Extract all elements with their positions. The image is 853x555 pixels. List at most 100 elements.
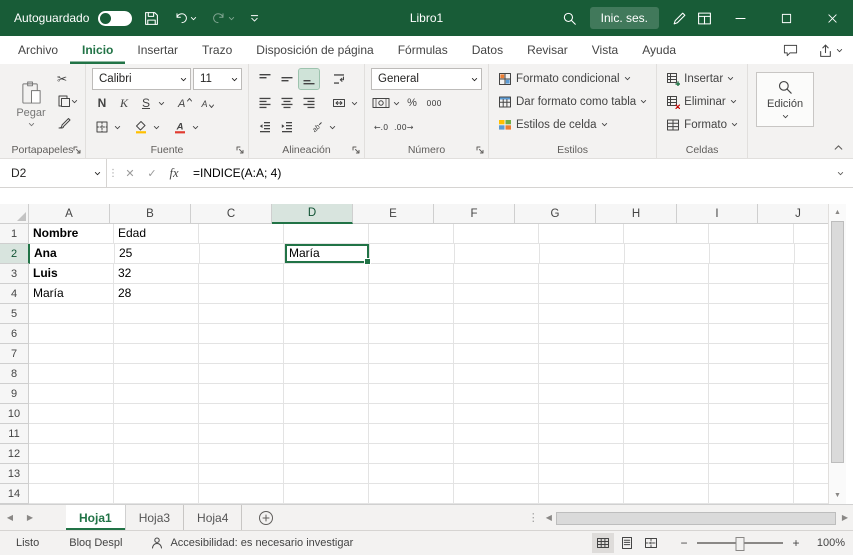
row-header-14[interactable]: 14 (0, 484, 29, 504)
format-painter-button[interactable] (56, 113, 79, 133)
row-header-7[interactable]: 7 (0, 344, 29, 364)
tab-revisar[interactable]: Revisar (515, 36, 580, 64)
cell-D14[interactable] (284, 484, 369, 504)
cell-D7[interactable] (284, 344, 369, 364)
formula-bar-splitter[interactable]: ⋮ (107, 159, 119, 187)
cell-A13[interactable] (29, 464, 114, 484)
cell-G10[interactable] (539, 404, 624, 424)
next-sheet-arrow[interactable]: ▶ (20, 505, 40, 530)
paste-button[interactable]: Pegar (6, 67, 56, 141)
cell-B12[interactable] (114, 444, 199, 464)
cell-H5[interactable] (624, 304, 709, 324)
cell-C9[interactable] (199, 384, 284, 404)
cell-F7[interactable] (454, 344, 539, 364)
cell-A3[interactable]: Luis (29, 264, 114, 284)
cell-H2[interactable] (625, 244, 710, 264)
cell-I4[interactable] (709, 284, 794, 304)
clipboard-dialog-launcher[interactable] (72, 145, 82, 155)
cell-B7[interactable] (114, 344, 199, 364)
cell-A6[interactable] (29, 324, 114, 344)
fill-color-button[interactable] (131, 117, 151, 137)
tab-vista[interactable]: Vista (580, 36, 630, 64)
cell-E13[interactable] (369, 464, 454, 484)
cell-D6[interactable] (284, 324, 369, 344)
cell-E5[interactable] (369, 304, 454, 324)
cell-C2[interactable] (200, 244, 285, 264)
close-button[interactable] (811, 0, 853, 36)
expand-formula-bar-chevron[interactable] (827, 159, 853, 187)
zoom-level[interactable]: 100% (809, 537, 845, 549)
cell-F10[interactable] (454, 404, 539, 424)
zoom-out-button[interactable]: − (678, 536, 690, 550)
enter-button[interactable]: ✓ (141, 159, 163, 187)
undo-button[interactable] (171, 7, 200, 29)
cell-F14[interactable] (454, 484, 539, 504)
row-header-10[interactable]: 10 (0, 404, 29, 424)
cell-F11[interactable] (454, 424, 539, 444)
increase-decimal-button[interactable]: ←.0 (371, 117, 391, 137)
cell-G6[interactable] (539, 324, 624, 344)
decrease-font-size-button[interactable]: A (197, 93, 217, 113)
align-top-button[interactable] (255, 69, 275, 89)
cell-G3[interactable] (539, 264, 624, 284)
column-header-E[interactable]: E (353, 204, 434, 224)
row-header-1[interactable]: 1 (0, 224, 29, 244)
cell-C5[interactable] (199, 304, 284, 324)
column-header-D[interactable]: D (272, 204, 353, 224)
cell-C14[interactable] (199, 484, 284, 504)
cell-E9[interactable] (369, 384, 454, 404)
underline-button[interactable]: S (136, 93, 156, 113)
cell-F1[interactable] (454, 224, 539, 244)
scroll-left-arrow[interactable]: ◀ (546, 513, 552, 522)
cell-B13[interactable] (114, 464, 199, 484)
customize-quick-access-button[interactable] (247, 10, 262, 27)
font-name-select[interactable]: Calibri (92, 68, 191, 90)
collapse-ribbon-chevron[interactable] (833, 142, 844, 153)
scroll-down-arrow[interactable]: ▼ (829, 487, 846, 504)
cell-D1[interactable] (284, 224, 369, 244)
cell-A10[interactable] (29, 404, 114, 424)
cell-E12[interactable] (369, 444, 454, 464)
merge-chevron[interactable] (351, 100, 358, 107)
cell-D5[interactable] (284, 304, 369, 324)
cell-D11[interactable] (284, 424, 369, 444)
share-button[interactable] (808, 36, 853, 64)
cell-F12[interactable] (454, 444, 539, 464)
page-layout-view-button[interactable] (616, 533, 638, 553)
align-left-button[interactable] (255, 93, 275, 113)
font-color-button[interactable]: A (170, 117, 190, 137)
cell-H4[interactable] (624, 284, 709, 304)
cell-C10[interactable] (199, 404, 284, 424)
cell-E8[interactable] (369, 364, 454, 384)
percent-style-button[interactable]: % (402, 93, 422, 113)
cell-B14[interactable] (114, 484, 199, 504)
cell-A5[interactable] (29, 304, 114, 324)
bold-button[interactable]: N (92, 93, 112, 113)
tab-ayuda[interactable]: Ayuda (630, 36, 688, 64)
name-box[interactable]: D2 (0, 159, 107, 187)
cell-A14[interactable] (29, 484, 114, 504)
tab-datos[interactable]: Datos (460, 36, 515, 64)
cell-B2[interactable]: 25 (115, 244, 200, 264)
cell-D8[interactable] (284, 364, 369, 384)
new-sheet-button[interactable] (252, 505, 280, 530)
column-header-I[interactable]: I (677, 204, 758, 224)
cell-H8[interactable] (624, 364, 709, 384)
cell-G14[interactable] (539, 484, 624, 504)
tab-scrollbar-splitter[interactable]: ⋮ (521, 505, 546, 530)
minimize-button[interactable] (719, 0, 761, 36)
cell-G4[interactable] (539, 284, 624, 304)
cell-H6[interactable] (624, 324, 709, 344)
tab-inicio[interactable]: Inicio (70, 36, 125, 64)
cell-I12[interactable] (709, 444, 794, 464)
cell-C1[interactable] (199, 224, 284, 244)
cell-D12[interactable] (284, 444, 369, 464)
cell-F5[interactable] (454, 304, 539, 324)
cell-F13[interactable] (454, 464, 539, 484)
align-right-button[interactable] (299, 93, 319, 113)
cell-H14[interactable] (624, 484, 709, 504)
align-middle-button[interactable] (277, 69, 297, 89)
sheet-tab-hoja1[interactable]: Hoja1 (66, 505, 126, 530)
cell-C4[interactable] (199, 284, 284, 304)
cell-E4[interactable] (369, 284, 454, 304)
